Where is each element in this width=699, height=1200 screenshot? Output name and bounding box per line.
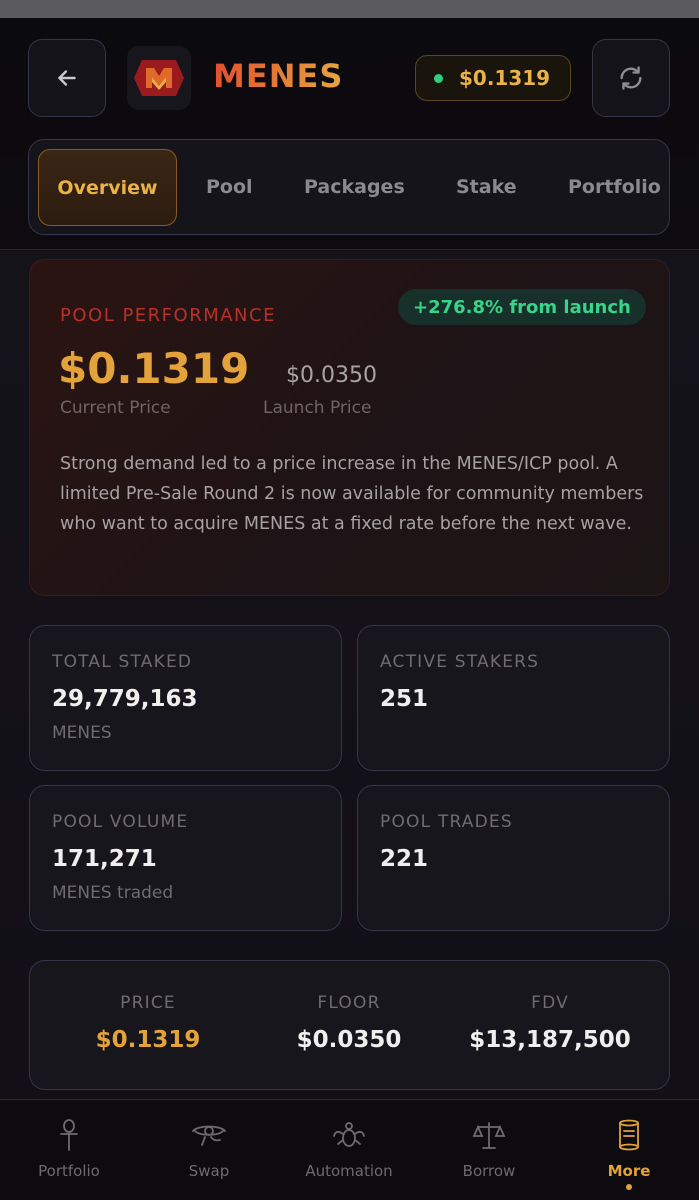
stat-unit: MENES traded [52,883,174,903]
price-badge-value: $0.1319 [459,66,551,90]
stat-total-staked: TOTAL STAKED 29,779,163 MENES [29,625,342,771]
stat-pool-volume: POOL VOLUME 171,271 MENES traded [29,785,342,931]
nav-label: More [607,1162,651,1180]
arrow-left-icon [58,70,76,86]
app-header: MENES $0.1319 Overview Pool Packages Sta… [0,18,699,250]
pool-performance-card: POOL PERFORMANCE +276.8% from launch $0.… [29,259,670,596]
nav-swap[interactable]: Swap [144,1100,274,1200]
active-indicator-dot [626,1184,632,1190]
stat-value: 251 [380,686,429,712]
scarab-icon [332,1118,366,1152]
stat-label: POOL VOLUME [52,812,189,832]
nav-label: Borrow [462,1162,516,1180]
stat-value: 29,779,163 [52,686,198,712]
tab-pool[interactable]: Pool [206,140,253,234]
tab-portfolio[interactable]: Portfolio [568,140,661,234]
summary-label: FDV [531,993,569,1013]
stat-unit: MENES [52,723,112,743]
summary-price: PRICE $0.1319 [48,961,248,1089]
bottom-nav: Portfolio Swap Automation Borrow More [0,1099,699,1200]
summary-value: $0.0350 [296,1027,402,1053]
nav-more[interactable]: More [564,1100,694,1200]
launch-price: $0.0350 [286,363,377,388]
scroll-icon [617,1118,641,1152]
back-button[interactable] [28,39,106,117]
current-price: $0.1319 [58,344,250,393]
stat-label: POOL TRADES [380,812,513,832]
summary-label: PRICE [120,993,176,1013]
scales-icon [472,1118,506,1152]
price-summary-card: PRICE $0.1319 FLOOR $0.0350 FDV $13,187,… [29,960,670,1090]
tab-stake[interactable]: Stake [456,140,517,234]
tab-overview[interactable]: Overview [38,149,177,226]
summary-floor: FLOOR $0.0350 [249,961,449,1089]
refresh-button[interactable] [592,39,670,117]
stat-active-stakers: ACTIVE STAKERS 251 [357,625,670,771]
live-dot-icon [434,73,443,83]
launch-price-label: Launch Price [263,398,372,418]
current-price-label: Current Price [60,398,171,418]
pool-performance-title: POOL PERFORMANCE [60,305,276,326]
menes-logo [127,46,191,110]
performance-description: Strong demand led to a price increase in… [60,454,644,534]
eye-icon [191,1118,227,1152]
tab-packages[interactable]: Packages [304,140,405,234]
price-badge: $0.1319 [415,55,571,101]
summary-fdv: FDV $13,187,500 [450,961,650,1089]
stat-label: TOTAL STAKED [52,652,193,672]
ankh-icon [58,1118,80,1152]
stat-label: ACTIVE STAKERS [380,652,540,672]
status-bar [0,0,699,18]
stat-value: 171,271 [52,846,157,872]
stat-pool-trades: POOL TRADES 221 [357,785,670,931]
nav-borrow[interactable]: Borrow [424,1100,554,1200]
menes-logo-icon [134,60,184,96]
summary-value: $0.1319 [95,1027,201,1053]
nav-portfolio[interactable]: Portfolio [4,1100,134,1200]
overview-content: POOL PERFORMANCE +276.8% from launch $0.… [0,251,699,1099]
brand-title: MENES [213,57,344,95]
change-badge: +276.8% from launch [398,289,646,325]
nav-label: Portfolio [38,1162,100,1180]
nav-label: Swap [188,1162,230,1180]
tab-bar: Overview Pool Packages Stake Portfolio [28,139,670,235]
nav-label: Automation [305,1162,393,1180]
refresh-icon [620,66,642,90]
nav-automation[interactable]: Automation [284,1100,414,1200]
stat-value: 221 [380,846,429,872]
summary-value: $13,187,500 [469,1027,631,1053]
summary-label: FLOOR [317,993,381,1013]
